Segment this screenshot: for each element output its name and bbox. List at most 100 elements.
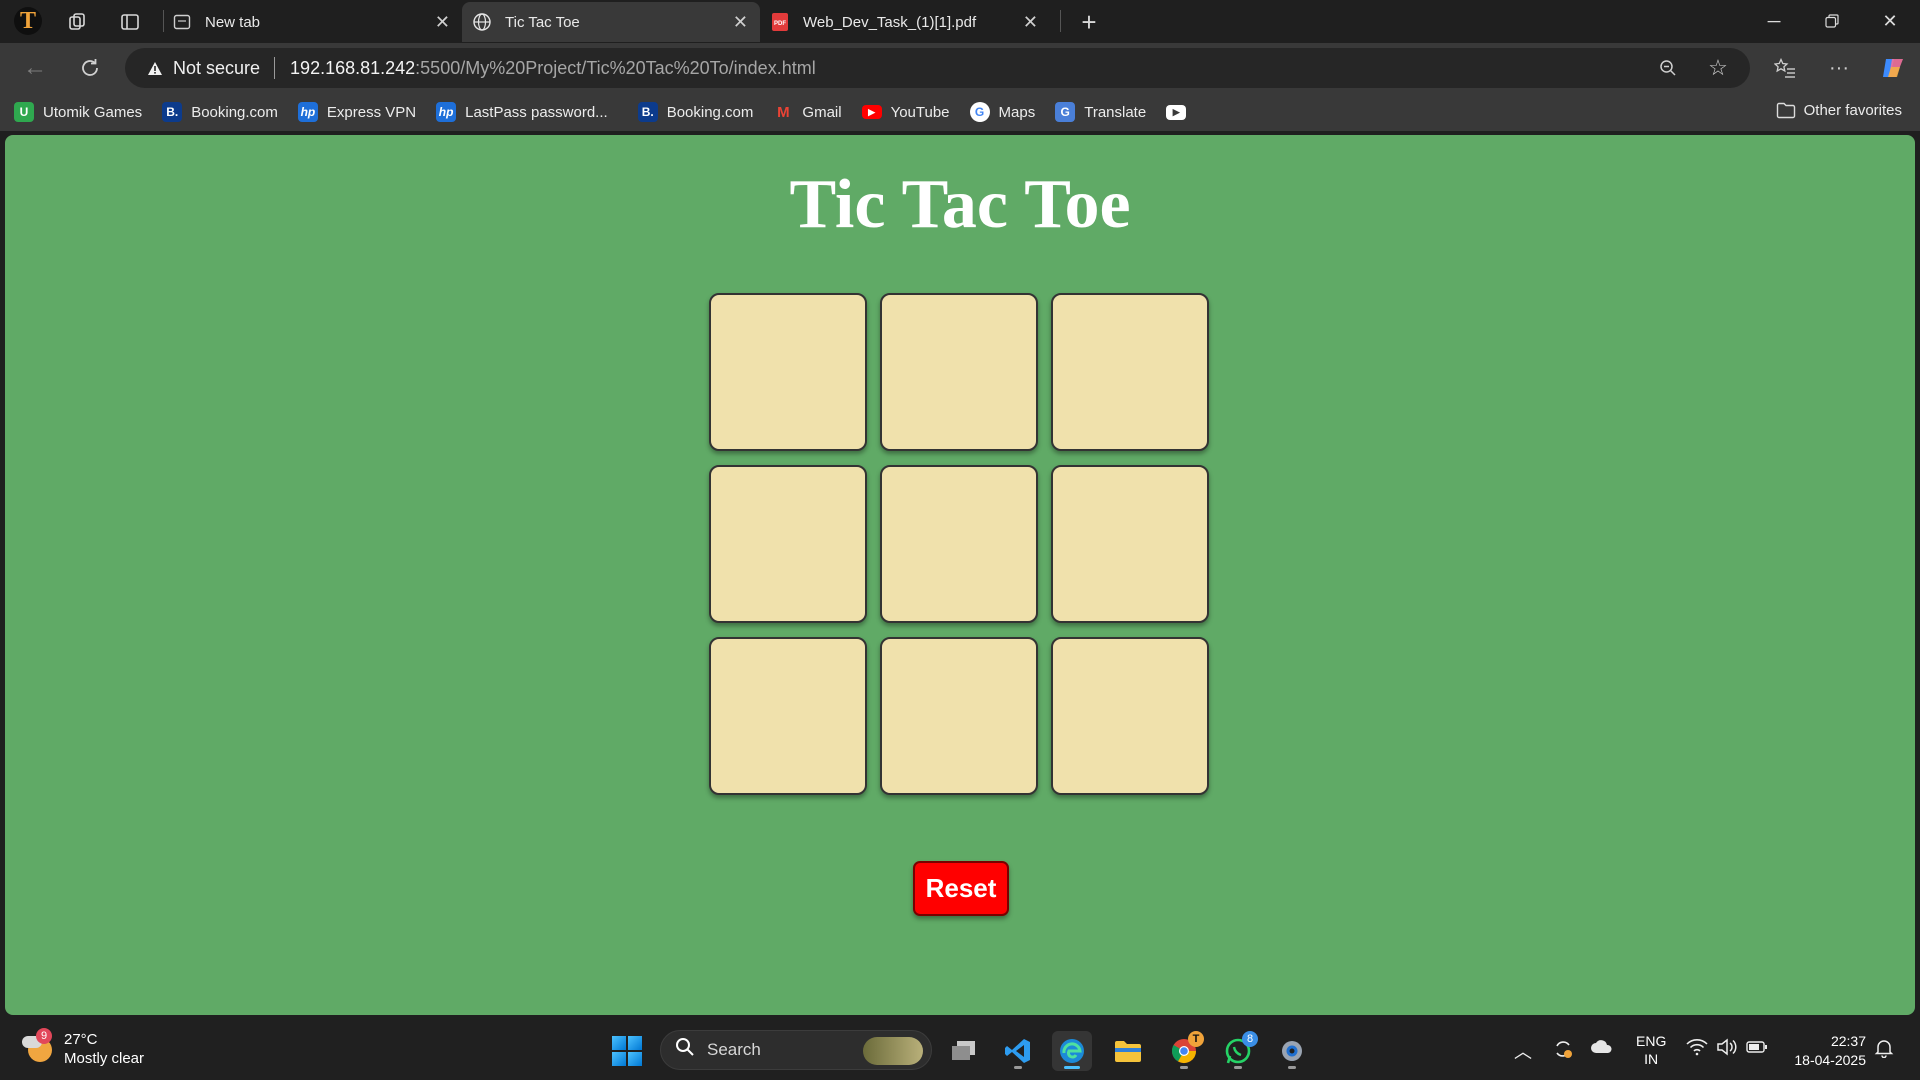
board-cell-1[interactable] [709,293,867,451]
refresh-icon[interactable] [75,53,105,83]
edge-icon[interactable] [1052,1031,1092,1071]
windows-start-icon[interactable] [612,1036,642,1066]
copilot-icon[interactable] [1878,53,1908,83]
language-indicator[interactable]: ENG IN [1636,1032,1666,1068]
board-cell-8[interactable] [880,637,1038,795]
close-window-icon[interactable]: ✕ [1870,8,1910,34]
other-favorites-folder[interactable]: Other favorites [1776,102,1902,119]
minimize-icon[interactable]: ─ [1754,8,1794,34]
weather-widget[interactable]: 9 27°C Mostly clear [22,1028,144,1068]
navigation-bar: ← Not secure 192.168.81.242:5500/My%20Pr… [0,43,1920,93]
tab-title: New tab [205,13,261,31]
more-options-icon[interactable]: ··· [1824,53,1854,83]
favorites-list-icon[interactable] [1770,53,1800,83]
tab-title: Web_Dev_Task_(1)[1].pdf [803,13,977,31]
region-code: IN [1644,1051,1659,1067]
favorite-label: Maps [998,103,1036,121]
board-cell-4[interactable] [709,465,867,623]
favorite-translate[interactable]: G Translate [1055,102,1146,122]
hp-icon: hp [436,102,457,122]
utomik-icon: U [14,102,34,122]
favorite-star-icon[interactable]: ☆ [1705,55,1731,81]
board-cell-6[interactable] [1051,465,1209,623]
file-explorer-icon[interactable] [1108,1031,1148,1071]
zoom-out-icon[interactable] [1655,55,1681,81]
favorite-booking[interactable]: B. Booking.com [162,102,278,122]
clock-date: 18-04-2025 [1794,1052,1866,1068]
workspaces-icon[interactable] [64,9,90,35]
back-arrow-icon[interactable]: ← [20,53,50,83]
favorite-video[interactable]: ▶ [1166,104,1195,120]
close-tab-icon[interactable]: ✕ [435,12,450,33]
system-clock[interactable]: 22:37 18-04-2025 [1786,1032,1866,1070]
other-favorites-label: Other favorites [1803,102,1902,119]
app-indicator [1234,1066,1242,1069]
whatsapp-badge: 8 [1242,1031,1258,1047]
booking-icon: B. [637,102,658,122]
profile-avatar[interactable]: T [14,7,42,35]
favorite-lastpass[interactable]: hp LastPass password... [436,102,608,122]
favorite-booking[interactable]: B. Booking.com [637,102,753,122]
vscode-icon[interactable] [998,1031,1038,1071]
whatsapp-icon[interactable]: 8 [1218,1031,1258,1071]
taskbar-search[interactable]: Search [660,1030,932,1070]
board-cell-2[interactable] [880,293,1038,451]
favorite-maps[interactable]: G Maps [969,102,1036,122]
tab-pdf[interactable]: PDF Web_Dev_Task_(1)[1].pdf ✕ [770,2,1050,42]
restore-icon[interactable] [1812,8,1852,34]
favorite-label: Booking.com [191,103,278,121]
close-tab-icon[interactable]: ✕ [1023,12,1038,33]
game-board [709,293,1217,795]
favorite-label: YouTube [890,103,950,121]
gmail-icon: M [777,103,790,121]
board-cell-7[interactable] [709,637,867,795]
security-status[interactable]: Not secure [173,58,260,79]
google-icon: G [969,102,990,122]
app-indicator [1014,1066,1022,1069]
sync-icon[interactable] [1552,1038,1574,1065]
favorite-label: LastPass password... [465,103,608,121]
onedrive-cloud-icon[interactable] [1590,1038,1614,1059]
warning-icon[interactable] [147,60,163,76]
weather-temperature: 27°C [64,1031,98,1048]
settings-icon[interactable] [1272,1031,1312,1071]
search-icon [675,1037,695,1063]
favorite-youtube[interactable]: ▶ YouTube [861,103,950,121]
pdf-icon: PDF [770,12,790,32]
close-tab-icon[interactable]: ✕ [733,12,748,33]
url-host: 192.168.81.242 [290,57,416,78]
new-tab-plus-icon[interactable]: + [1076,7,1102,37]
url-text[interactable]: 192.168.81.242:5500/My%20Project/Tic%20T… [290,58,816,79]
task-view-icon[interactable] [944,1031,984,1071]
tab-tic-tac-toe[interactable]: Tic Tac Toe ✕ [462,2,760,42]
show-hidden-icons-icon[interactable]: ︿ [1514,1038,1532,1064]
board-cell-5[interactable] [880,465,1038,623]
favorite-label: Express VPN [326,103,417,121]
chrome-icon[interactable]: T [1164,1031,1204,1071]
favorite-utomik-games[interactable]: U Utomik Games [14,102,142,122]
favorite-express-vpn[interactable]: hp Express VPN [297,102,417,122]
weather-badge: 9 [36,1028,52,1044]
new-tab-icon [172,12,192,32]
booking-icon: B. [162,102,183,122]
favorite-gmail[interactable]: M Gmail [773,102,841,122]
wifi-icon[interactable] [1686,1038,1708,1061]
board-cell-9[interactable] [1051,637,1209,795]
address-divider [274,57,276,79]
svg-text:PDF: PDF [774,21,786,27]
vertical-tabs-icon[interactable] [117,9,143,35]
youtube-icon: ▶ [861,105,882,119]
favorite-label: Translate [1084,103,1147,121]
tab-separator [163,10,164,32]
reset-button[interactable]: Reset [913,861,1009,916]
tab-new-tab[interactable]: New tab ✕ [172,2,462,42]
volume-icon[interactable] [1716,1038,1738,1061]
board-cell-3[interactable] [1051,293,1209,451]
tab-separator [1060,10,1061,32]
battery-icon[interactable] [1746,1038,1768,1059]
address-bar[interactable]: Not secure 192.168.81.242:5500/My%20Proj… [125,48,1750,88]
globe-icon [472,12,492,32]
notification-bell-icon[interactable] [1874,1038,1894,1063]
clock-time: 22:37 [1830,1033,1866,1049]
browser-title-bar: T New tab ✕ Tic Tac Toe ✕ PDF Web_Dev_Ta… [0,0,1920,43]
